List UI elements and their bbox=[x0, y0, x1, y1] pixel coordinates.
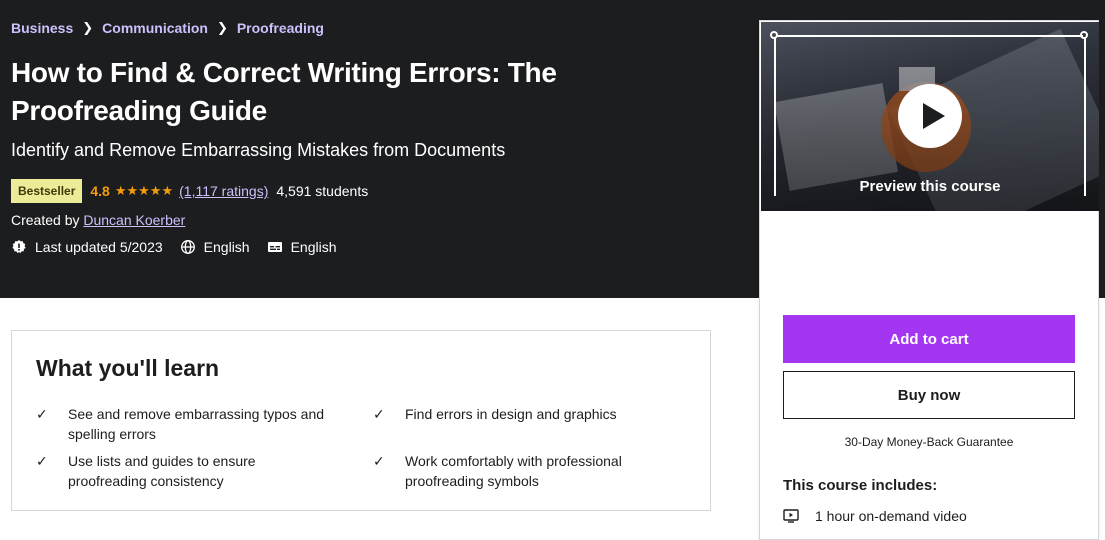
video-icon bbox=[783, 509, 799, 523]
students-count: 4,591 students bbox=[276, 183, 369, 199]
learn-item: ✓ Use lists and guides to ensure proofre… bbox=[36, 451, 336, 491]
learn-item-text: Use lists and guides to ensure proofread… bbox=[68, 453, 256, 489]
bestseller-badge: Bestseller bbox=[11, 179, 83, 203]
course-language: English bbox=[180, 239, 250, 255]
course-meta: Last updated 5/2023 English English bbox=[11, 239, 354, 255]
rating-value: 4.8 bbox=[90, 183, 110, 199]
alert-badge-icon bbox=[12, 240, 26, 254]
include-item-video: 1 hour on-demand video bbox=[783, 508, 967, 524]
course-captions: English bbox=[267, 239, 337, 255]
chevron-right-icon: ❯ bbox=[82, 20, 94, 35]
learn-item-text: Work comfortably with professional proof… bbox=[405, 453, 622, 489]
preview-frame-corner bbox=[770, 31, 778, 39]
preview-frame-corner bbox=[1080, 31, 1088, 39]
globe-icon bbox=[180, 240, 195, 254]
add-to-cart-button[interactable]: Add to cart bbox=[783, 315, 1075, 363]
purchase-sidebar: Preview this course bbox=[759, 20, 1099, 540]
learn-item: ✓ See and remove embarrassing typos and … bbox=[36, 404, 336, 444]
last-updated-text: Last updated 5/2023 bbox=[35, 239, 163, 255]
captions-text: English bbox=[290, 239, 337, 255]
ratings-count-link[interactable]: (1,117 ratings) bbox=[179, 183, 268, 199]
preview-frame bbox=[774, 38, 776, 196]
learn-title: What you'll learn bbox=[36, 355, 220, 381]
breadcrumb-communication[interactable]: Communication bbox=[102, 20, 208, 36]
course-subtitle: Identify and Remove Embarrassing Mistake… bbox=[11, 140, 506, 160]
check-icon: ✓ bbox=[36, 453, 48, 469]
what-youll-learn: What you'll learn ✓ See and remove embar… bbox=[11, 330, 711, 511]
created-by-label: Created by bbox=[11, 212, 80, 228]
money-back-guarantee: 30-Day Money-Back Guarantee bbox=[844, 435, 1014, 449]
breadcrumb-business[interactable]: Business bbox=[11, 20, 73, 36]
learn-item-text: See and remove embarrassing typos and sp… bbox=[68, 406, 325, 442]
check-icon: ✓ bbox=[36, 406, 48, 422]
created-by: Created by Duncan Koerber bbox=[11, 212, 185, 228]
chevron-right-icon: ❯ bbox=[216, 20, 228, 35]
rating-row: Bestseller 4.8 ★★★★★ (1,117 ratings) 4,5… bbox=[11, 179, 368, 203]
preview-label: Preview this course bbox=[859, 178, 1001, 195]
star-rating-icon: ★★★★★ bbox=[114, 183, 174, 198]
learn-item: ✓ Work comfortably with professional pro… bbox=[373, 451, 673, 491]
author-link[interactable]: Duncan Koerber bbox=[83, 212, 185, 228]
breadcrumb: Business ❯ Communication ❯ Proofreading bbox=[11, 20, 324, 36]
check-icon: ✓ bbox=[373, 406, 385, 422]
breadcrumb-proofreading[interactable]: Proofreading bbox=[237, 20, 324, 36]
play-icon[interactable] bbox=[898, 84, 962, 148]
learn-item: ✓ Find errors in design and graphics bbox=[373, 404, 673, 424]
learn-item-text: Find errors in design and graphics bbox=[405, 406, 617, 422]
last-updated: Last updated 5/2023 bbox=[11, 239, 163, 255]
include-item-text: 1 hour on-demand video bbox=[815, 508, 967, 524]
course-preview[interactable]: Preview this course bbox=[761, 22, 1099, 211]
includes-title: This course includes: bbox=[783, 477, 938, 494]
course-title: How to Find & Correct Writing Errors: Th… bbox=[11, 57, 557, 126]
language-text: English bbox=[203, 239, 250, 255]
closed-captions-icon bbox=[267, 242, 282, 252]
preview-frame bbox=[777, 35, 1083, 37]
buy-now-button[interactable]: Buy now bbox=[783, 371, 1075, 419]
preview-frame bbox=[1084, 38, 1086, 196]
check-icon: ✓ bbox=[373, 453, 385, 469]
